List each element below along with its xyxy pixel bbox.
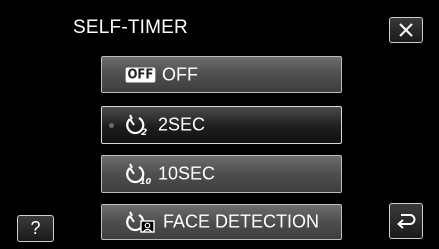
option-off-label: OFF: [162, 64, 198, 84]
self-timer-2sec-icon: 2: [124, 114, 150, 136]
close-icon: [399, 23, 413, 37]
option-face-detection[interactable]: FACE DETECTION: [101, 204, 342, 240]
option-face-detection-label: FACE DETECTION: [163, 211, 320, 232]
page-title: SELF-TIMER: [73, 17, 188, 38]
svg-text:2: 2: [141, 128, 147, 136]
selected-indicator: [109, 123, 114, 128]
option-2sec-label: 2SEC: [158, 114, 206, 135]
help-button[interactable]: ?: [17, 215, 54, 242]
option-2sec[interactable]: 2 2SEC: [101, 106, 342, 144]
option-10sec-label: 10SEC: [158, 163, 216, 184]
back-icon: [396, 214, 416, 229]
self-timer-10sec-icon: 10: [124, 163, 152, 185]
off-icon: OFF: [125, 67, 156, 82]
svg-text:10: 10: [140, 177, 152, 185]
back-button[interactable]: [389, 203, 423, 239]
option-10sec[interactable]: 10 10SEC: [101, 155, 342, 193]
close-button[interactable]: [389, 17, 423, 43]
self-timer-face-detection-icon: [124, 211, 156, 233]
option-off[interactable]: OFF OFF: [101, 56, 342, 93]
help-button-label: ?: [30, 218, 41, 238]
